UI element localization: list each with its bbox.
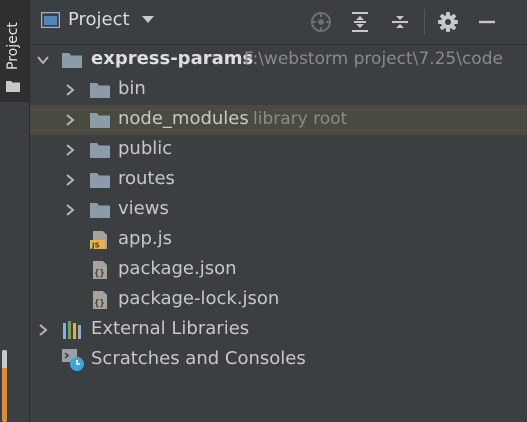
json-file-icon: {}: [93, 291, 107, 309]
chevron-right-icon[interactable]: [64, 84, 76, 96]
folder-icon: [90, 113, 110, 128]
tree-scratches-consoles[interactable]: Scratches and Consoles: [30, 345, 527, 375]
chevron-down-icon: [141, 16, 154, 23]
project-tool-tab[interactable]: Project: [0, 0, 29, 102]
folder-label: views: [118, 198, 169, 219]
library-icon: [63, 321, 81, 339]
locate-button[interactable]: [309, 10, 333, 34]
tree-folder-public[interactable]: public: [30, 135, 527, 165]
header-title: Project: [68, 9, 130, 30]
svg-text:{}: {}: [94, 299, 105, 309]
chevron-right-icon[interactable]: [64, 174, 76, 186]
external-libraries-label: External Libraries: [91, 318, 250, 339]
expand-all-button[interactable]: [348, 10, 372, 34]
js-file-icon: JS: [90, 231, 107, 250]
minimize-icon: [479, 20, 495, 24]
folder-icon: [90, 83, 110, 98]
toolbar-divider: [424, 9, 425, 35]
tool-window-strip: Project: [0, 0, 30, 422]
chevron-down-icon[interactable]: [37, 54, 49, 66]
folder-icon: [62, 53, 82, 68]
hide-panel-button[interactable]: [475, 10, 499, 34]
root-folder-path: F:\webstorm project\7.25\code: [244, 49, 503, 69]
tree-folder-node-modules[interactable]: node_modules library root: [30, 105, 527, 135]
chevron-right-icon[interactable]: [37, 324, 49, 336]
svg-text:JS: JS: [91, 242, 100, 250]
scratches-console-icon: [62, 349, 84, 371]
tree-folder-routes[interactable]: routes: [30, 165, 527, 195]
gear-icon: [438, 12, 458, 32]
folder-label: bin: [118, 78, 146, 99]
folder-label: node_modules: [118, 108, 249, 129]
tree-folder-views[interactable]: views: [30, 195, 527, 225]
file-label: package.json: [118, 258, 237, 279]
chevron-right-icon[interactable]: [64, 114, 76, 126]
folder-label: routes: [118, 168, 175, 189]
folder-icon: [90, 143, 110, 158]
expand-all-icon: [352, 12, 368, 32]
tree-file-package-lock-json[interactable]: {} package-lock.json: [30, 285, 527, 315]
chevron-right-icon[interactable]: [64, 144, 76, 156]
strip-scrollbar[interactable]: [2, 350, 7, 422]
settings-button[interactable]: [436, 10, 460, 34]
folder-icon: [90, 173, 110, 188]
file-label: app.js: [118, 228, 172, 249]
collapse-all-icon: [392, 16, 408, 28]
folder-icon: [90, 203, 110, 218]
tree-root-express-params[interactable]: express-params F:\webstorm project\7.25\…: [30, 45, 527, 75]
chevron-right-icon[interactable]: [64, 204, 76, 216]
json-file-icon: {}: [93, 261, 107, 279]
svg-text:{}: {}: [94, 269, 105, 279]
project-panel-header: Project: [30, 0, 527, 45]
folder-icon: [6, 81, 20, 92]
project-tool-tab-label: Project: [5, 22, 21, 70]
crosshair-icon: [311, 12, 331, 32]
tree-file-package-json[interactable]: {} package.json: [30, 255, 527, 285]
tree-external-libraries[interactable]: External Libraries: [30, 315, 527, 345]
library-root-hint: library root: [253, 109, 348, 129]
project-window-icon: [41, 11, 60, 28]
project-view-selector[interactable]: Project: [41, 9, 154, 30]
root-folder-label: express-params: [91, 48, 254, 69]
tree-folder-bin[interactable]: bin: [30, 75, 527, 105]
folder-label: public: [118, 138, 173, 159]
scratches-label: Scratches and Consoles: [91, 348, 306, 369]
tree-file-app-js[interactable]: JS app.js: [30, 225, 527, 255]
collapse-all-button[interactable]: [388, 10, 412, 34]
file-label: package-lock.json: [118, 288, 280, 309]
